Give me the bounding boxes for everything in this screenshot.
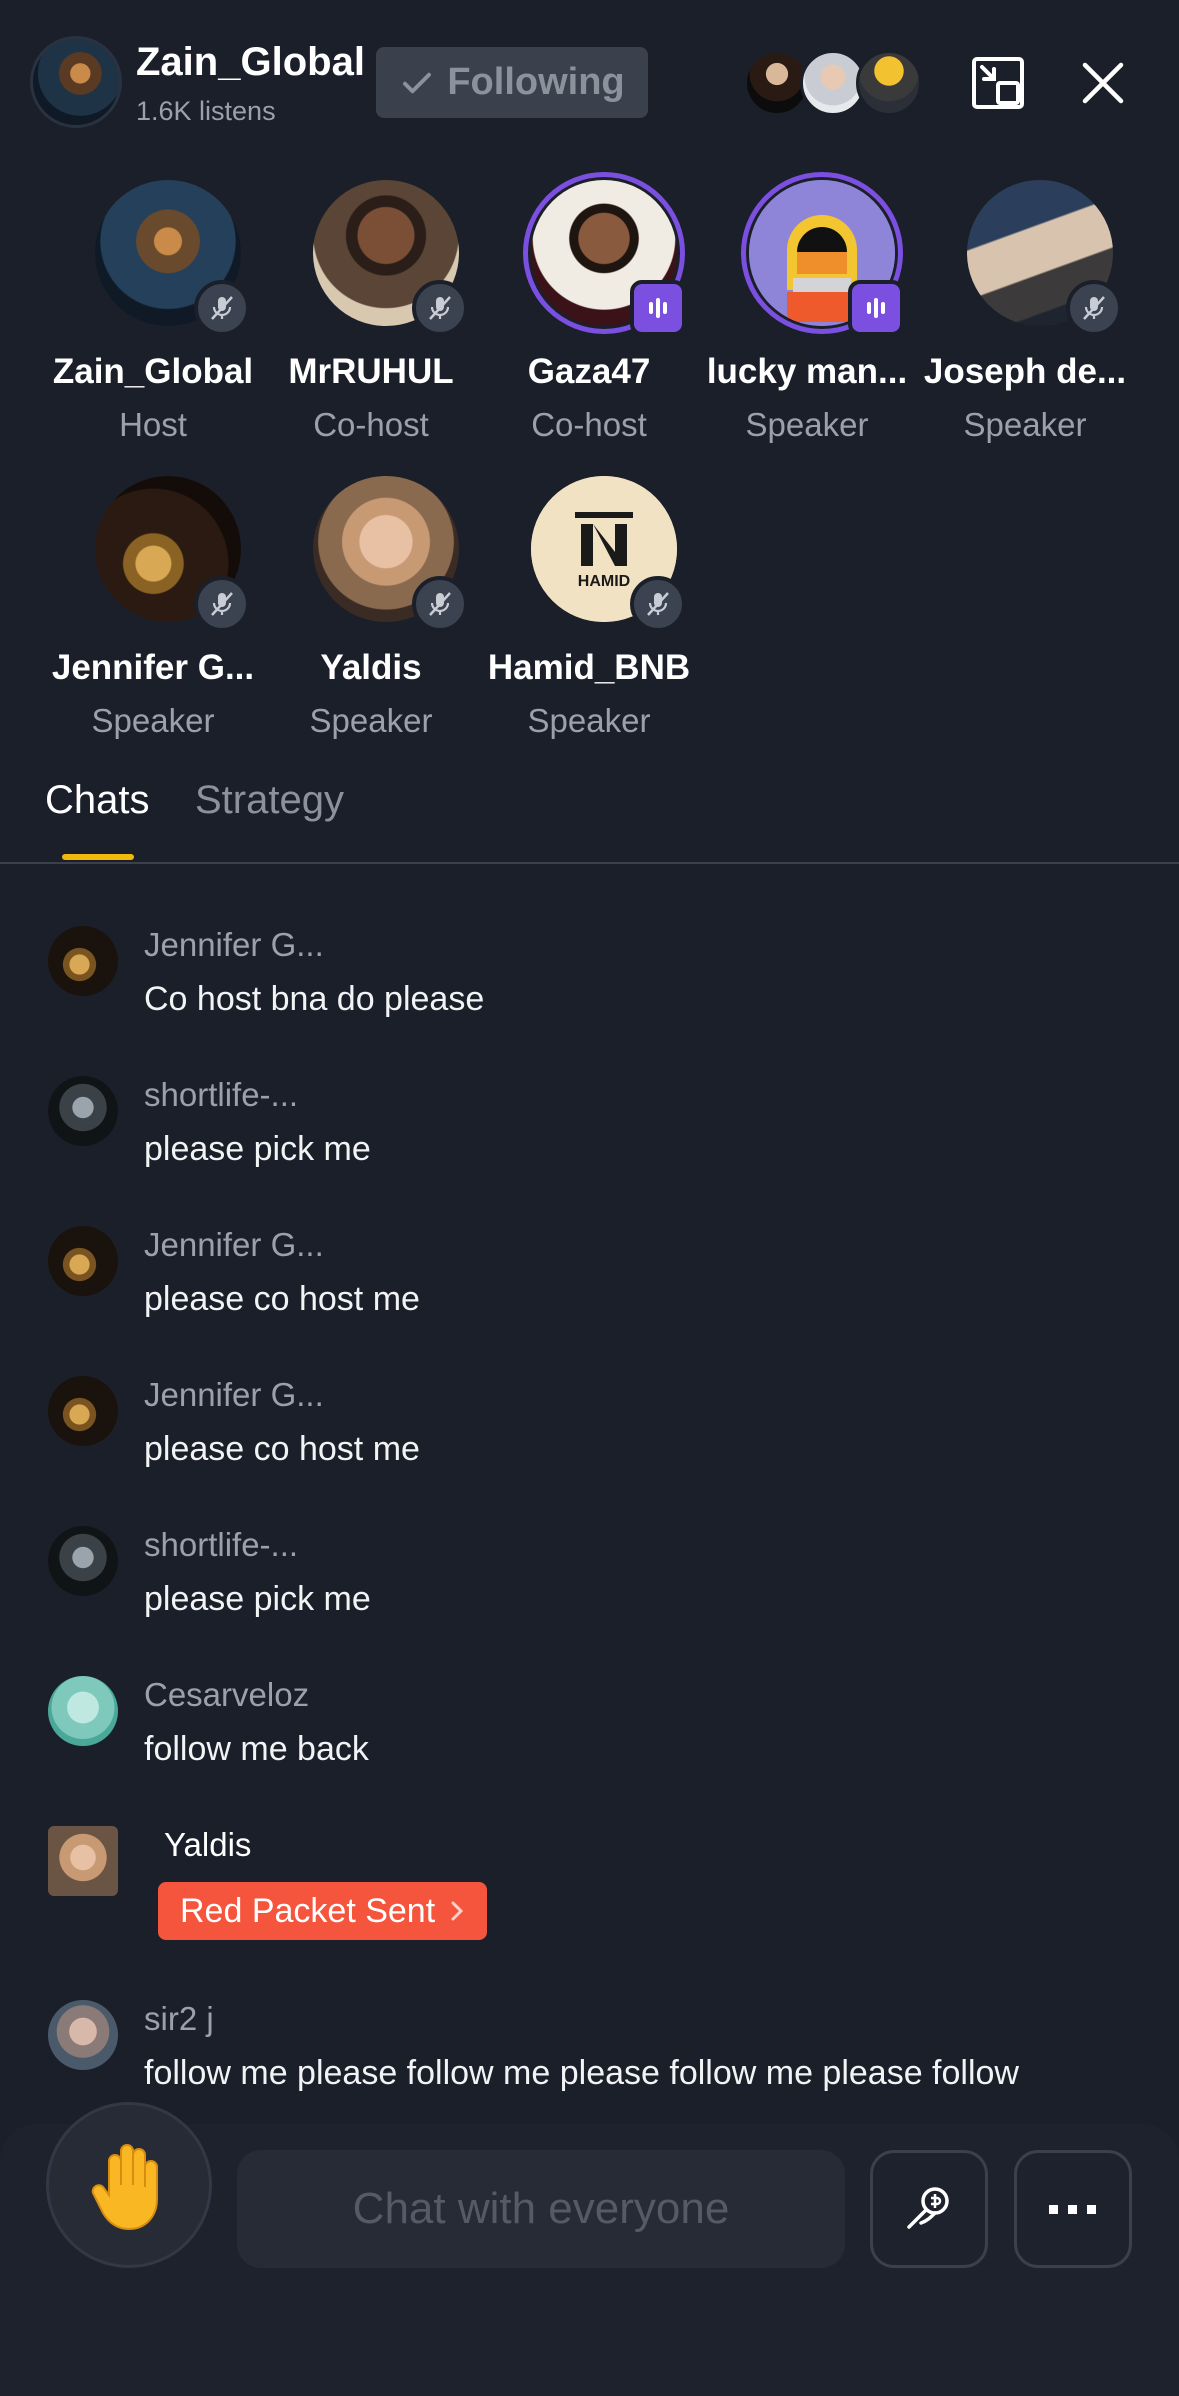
chat-text: follow me please follow me please follow… (144, 2054, 1019, 2092)
chat-username[interactable]: Cesarveloz (144, 1676, 309, 1714)
close-button[interactable] (1070, 50, 1136, 116)
chat-message[interactable]: Yaldis Red Packet Sent (48, 1826, 1148, 1956)
active-tab-indicator (62, 854, 134, 860)
mic-muted-icon (412, 280, 468, 336)
chat-text: please co host me (144, 1280, 420, 1318)
speaker-role: Co-host (313, 406, 429, 443)
chat-username[interactable]: Jennifer G... (144, 1226, 324, 1264)
chat-text: please co host me (144, 1430, 420, 1468)
speaker-role: Speaker (963, 406, 1087, 443)
following-label: Following (447, 61, 625, 103)
chat-message[interactable]: shortlife-... please pick me (48, 1526, 1148, 1656)
speaker-card[interactable]: lucky man... Speaker (698, 172, 916, 460)
speaker-name: Yaldis (320, 648, 422, 687)
close-icon (1082, 62, 1124, 104)
speaker-card[interactable]: Zain_Global Host (44, 180, 262, 460)
hamid-logo-text: HAMID (578, 573, 630, 590)
mic-muted-icon (194, 576, 250, 632)
minimize-window-icon (972, 57, 1024, 109)
chat-username[interactable]: Jennifer G... (144, 1376, 324, 1414)
raised-hand-icon (91, 2144, 158, 2231)
chat-message[interactable]: Jennifer G... please co host me (48, 1376, 1148, 1506)
chat-username[interactable]: shortlife-... (144, 1526, 298, 1564)
speaker-role: Speaker (91, 702, 215, 739)
host-avatar[interactable] (30, 36, 122, 128)
mic-muted-icon (630, 576, 686, 632)
mic-muted-icon (194, 280, 250, 336)
chevron-right-icon (451, 1901, 464, 1921)
speaker-name: Hamid_BNB (487, 648, 691, 687)
speaker-name: Joseph de... (923, 352, 1127, 391)
user-avatar (48, 1226, 118, 1296)
speaker-role: Speaker (527, 702, 651, 739)
speaker-card[interactable]: Gaza47 Co-host (480, 172, 698, 460)
chat-message[interactable]: sir2 j follow me please follow me please… (48, 2000, 1148, 2096)
listener-avatars[interactable] (744, 50, 924, 116)
user-avatar (48, 1826, 118, 1896)
chat-text: Co host bna do please (144, 980, 485, 1018)
chat-username[interactable]: shortlife-... (144, 1076, 298, 1114)
chat-input[interactable] (237, 2150, 845, 2268)
speaker-name: Zain_Global (52, 352, 254, 391)
user-avatar (48, 1076, 118, 1146)
more-options-icon (1049, 2205, 1096, 2214)
speaker-name: Jennifer G... (51, 648, 255, 687)
chat-message[interactable]: shortlife-... please pick me (48, 1076, 1148, 1206)
speaker-card[interactable]: HAMID Hamid_BNB Speaker (480, 476, 698, 756)
chat-username[interactable]: sir2 j (144, 2000, 214, 2038)
chat-message[interactable]: Cesarveloz follow me back (48, 1676, 1148, 1806)
raise-hand-button[interactable] (46, 2102, 212, 2268)
following-button[interactable]: Following (376, 47, 648, 118)
listener-avatar (856, 50, 922, 116)
tip-button[interactable] (870, 2150, 988, 2268)
mic-muted-icon (1066, 280, 1122, 336)
speaker-role: Co-host (531, 406, 647, 443)
chat-list[interactable]: Jennifer G... Co host bna do please shor… (0, 866, 1179, 2096)
chat-username[interactable]: Jennifer G... (144, 926, 324, 964)
user-avatar (48, 1376, 118, 1446)
mic-muted-icon (412, 576, 468, 632)
speaker-role: Host (119, 406, 187, 443)
chat-message[interactable]: Jennifer G... Co host bna do please (48, 926, 1148, 1056)
user-avatar (48, 1676, 118, 1746)
user-avatar (48, 2000, 118, 2070)
speaking-icon (630, 280, 686, 336)
speaker-name: lucky man... (706, 352, 908, 391)
host-name[interactable]: Zain_Global (136, 40, 365, 85)
speaker-role: Speaker (745, 406, 869, 443)
gift-hand-icon (907, 2187, 949, 2229)
chat-text: please pick me (144, 1580, 371, 1618)
user-avatar (48, 1526, 118, 1596)
chat-username[interactable]: Yaldis (164, 1826, 251, 1864)
listen-count: 1.6K listens (136, 96, 276, 126)
speaking-icon (848, 280, 904, 336)
speaker-card[interactable]: Joseph de... Speaker (916, 180, 1134, 460)
tab-strategy[interactable]: Strategy (195, 778, 344, 823)
speaker-role: Speaker (309, 702, 433, 739)
tab-bar: Chats Strategy (0, 760, 1179, 864)
speaker-card[interactable]: Jennifer G... Speaker (44, 476, 262, 756)
red-packet-label: Red Packet Sent (180, 1891, 436, 1930)
room-header: Zain_Global 1.6K listens Following (0, 0, 1179, 160)
minimize-button[interactable] (965, 50, 1031, 116)
chat-text: follow me back (144, 1730, 369, 1768)
speaker-name: MrRUHUL (288, 352, 454, 391)
more-button[interactable] (1014, 2150, 1132, 2268)
speaker-name: Gaza47 (527, 352, 651, 391)
check-icon (403, 72, 432, 93)
chat-message[interactable]: Jennifer G... please co host me (48, 1226, 1148, 1356)
user-avatar (48, 926, 118, 996)
speaker-card[interactable]: MrRUHUL Co-host (262, 180, 480, 460)
speaker-card[interactable]: Yaldis Speaker (262, 476, 480, 756)
chat-text: please pick me (144, 1130, 371, 1168)
red-packet-badge[interactable]: Red Packet Sent (158, 1882, 488, 1940)
tab-chats[interactable]: Chats (45, 778, 150, 823)
